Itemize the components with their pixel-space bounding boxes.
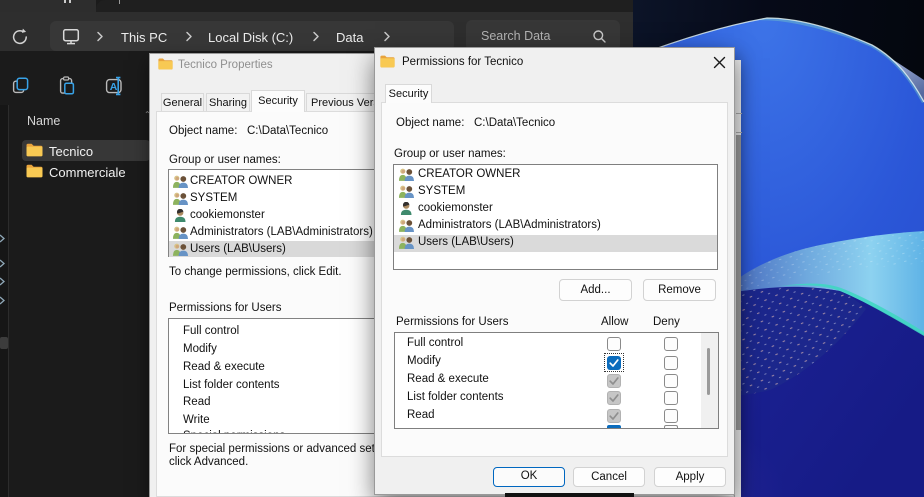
svg-text:A: A [110, 81, 118, 93]
